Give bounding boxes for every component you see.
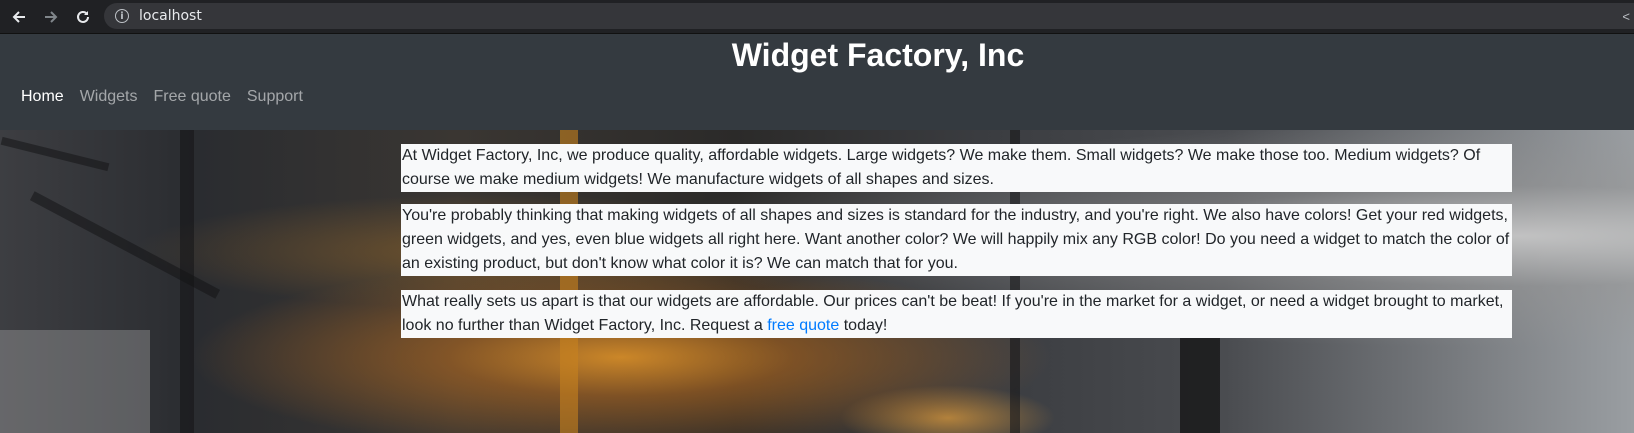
reload-icon[interactable] [72, 6, 94, 28]
background-beam [0, 136, 110, 172]
pricing-text: What really sets us apart is that our wi… [402, 293, 1504, 334]
nav-link-widgets[interactable]: Widgets [80, 87, 138, 107]
site-nav: Home Widgets Free quote Support [21, 87, 319, 107]
share-icon[interactable]: < [1622, 9, 1630, 24]
nav-link-free-quote[interactable]: Free quote [153, 87, 230, 107]
url-text[interactable]: localhost [139, 8, 202, 24]
web-page: Widget Factory, Inc Home Widgets Free qu… [0, 34, 1634, 433]
background-beam [0, 330, 150, 433]
forward-arrow-icon[interactable] [40, 6, 62, 28]
hero-background-image: At Widget Factory, Inc, we produce quali… [0, 130, 1634, 433]
pricing-paragraph: What really sets us apart is that our wi… [401, 290, 1512, 338]
nav-link-home[interactable]: Home [21, 87, 64, 107]
nav-link-support[interactable]: Support [247, 87, 303, 107]
background-beam [180, 130, 194, 433]
browser-toolbar: i localhost < [0, 0, 1634, 34]
colors-paragraph: You're probably thinking that making wid… [401, 204, 1512, 276]
site-header: Widget Factory, Inc Home Widgets Free qu… [0, 34, 1634, 130]
back-arrow-icon[interactable] [8, 6, 30, 28]
pricing-text-end: today! [839, 317, 888, 334]
address-bar[interactable]: i localhost < [104, 3, 1634, 29]
intro-paragraph: At Widget Factory, Inc, we produce quali… [401, 144, 1512, 192]
free-quote-link[interactable]: free quote [767, 317, 839, 334]
site-title: Widget Factory, Inc [731, 37, 1025, 73]
info-icon[interactable]: i [115, 9, 129, 23]
